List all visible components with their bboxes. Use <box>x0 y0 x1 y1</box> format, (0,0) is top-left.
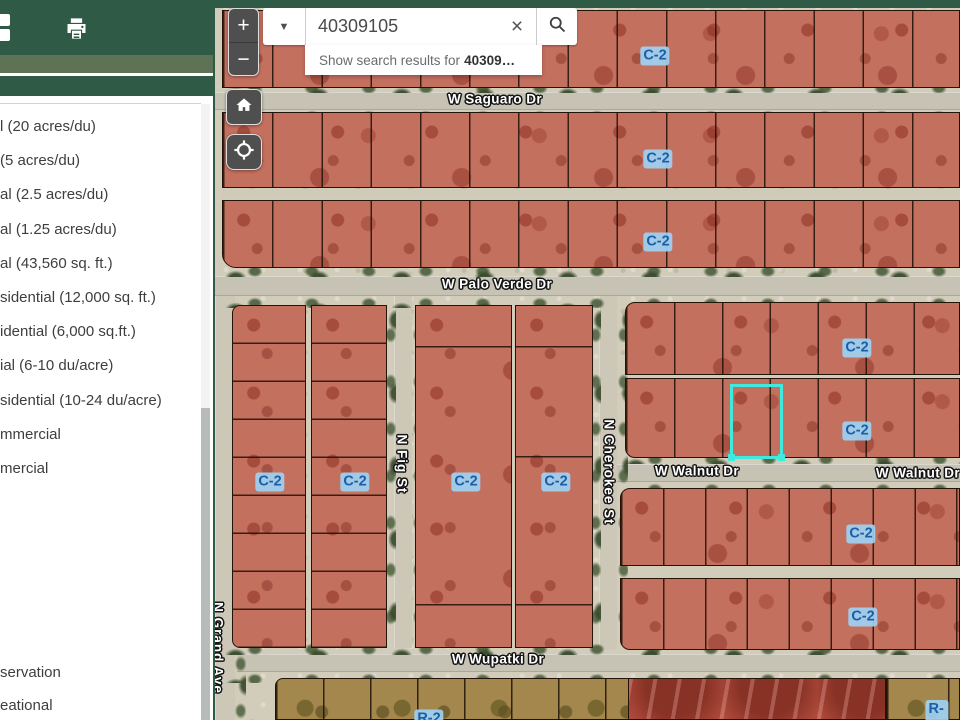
zone-label: C-2 <box>848 608 877 627</box>
street-label: N Cherokee St <box>602 419 617 524</box>
street-road <box>215 276 960 296</box>
parcel-block <box>625 378 960 458</box>
suggestion-text: Show search results for <box>319 53 460 68</box>
street-road <box>237 654 960 672</box>
legend-item: al (2.5 acres/du) <box>0 185 108 204</box>
legend-item: al (1.25 acres/du) <box>0 220 117 239</box>
parcel-block <box>625 302 960 375</box>
search-icon <box>547 14 567 39</box>
street-label: N Grand Ave <box>215 602 226 694</box>
parcel-block <box>222 112 960 188</box>
legend-item: eational <box>0 696 53 715</box>
zone-label: C-2 <box>640 47 669 66</box>
sidebar-subheader-strip <box>0 55 213 73</box>
home-extent-button[interactable] <box>226 89 262 125</box>
legend-item: l (20 acres/du) <box>0 117 96 136</box>
parcel-block <box>275 678 630 720</box>
home-icon <box>234 95 254 120</box>
selected-parcel-highlight <box>730 384 783 459</box>
sidebar: l (20 acres/du) (5 acres/du) al (2.5 acr… <box>0 0 215 720</box>
street-road <box>215 92 960 110</box>
street-label: W Palo Verde Dr <box>442 277 552 292</box>
legend-item: idential (6,000 sq.ft.) <box>0 322 136 341</box>
street-road <box>222 189 960 199</box>
close-icon: × <box>511 15 523 39</box>
zone-label: C-2 <box>451 473 480 492</box>
locate-me-button[interactable] <box>226 134 262 170</box>
search-source-dropdown[interactable]: ▼ <box>263 8 306 45</box>
print-button[interactable] <box>62 15 91 47</box>
parcel-block <box>628 678 886 720</box>
search-submit-button[interactable] <box>537 8 577 45</box>
printer-icon <box>62 29 91 46</box>
zone-label: C-2 <box>541 473 570 492</box>
zone-label: C-2 <box>842 422 871 441</box>
zone-label: C-2 <box>643 233 672 252</box>
zone-label: C-2 <box>842 339 871 358</box>
apps-icon[interactable] <box>0 14 10 44</box>
zone-label: R-2 <box>414 710 443 720</box>
legend-item: ial (6-10 du/acre) <box>0 356 113 375</box>
parcel-block <box>620 578 960 650</box>
street-label: W Saguaro Dr <box>448 92 542 107</box>
legend-item: sidential (12,000 sq. ft.) <box>0 288 156 307</box>
suggestion-term: 40309… <box>464 53 515 68</box>
legend-item: sidential (10-24 du/acre) <box>0 391 162 410</box>
legend-item: al (43,560 sq. ft.) <box>0 254 113 273</box>
legend-item: servation <box>0 663 61 682</box>
divider <box>0 103 201 104</box>
parcel-block <box>222 200 960 268</box>
parcel-block <box>620 488 960 566</box>
legend-item: (5 acres/du) <box>0 151 80 170</box>
zone-label: C-2 <box>255 473 284 492</box>
zoom-control: + − <box>228 8 259 76</box>
street-label: W Wupatki Dr <box>452 652 544 667</box>
chevron-down-icon: ▼ <box>279 21 290 33</box>
search-suggestion[interactable]: Show search results for 40309… <box>305 45 542 75</box>
street-label: W Walnut Dr <box>655 464 739 479</box>
sidebar-header <box>0 0 213 55</box>
street-label: W Walnut Dr <box>876 466 960 481</box>
locate-icon <box>233 139 255 166</box>
zone-label: R-2 <box>926 700 949 720</box>
zone-label: C-2 <box>643 150 672 169</box>
search-input[interactable] <box>306 8 498 45</box>
sidebar-scrollbar-thumb[interactable] <box>201 408 210 720</box>
legend-header-bar <box>0 76 213 96</box>
zoom-in-button[interactable]: + <box>229 9 258 43</box>
parcel-block <box>886 678 960 720</box>
zone-label: C-2 <box>846 525 875 544</box>
zoom-out-button[interactable]: − <box>229 43 258 76</box>
map-canvas[interactable]: W Saguaro Dr W Palo Verde Dr W Walnut Dr… <box>215 0 960 720</box>
legend-item: mercial <box>0 459 48 478</box>
zone-label: C-2 <box>340 473 369 492</box>
search-box: ▼ × <box>263 8 577 45</box>
street-label: N Fig St <box>395 435 410 494</box>
clear-search-button[interactable]: × <box>498 8 537 45</box>
legend-item: mmercial <box>0 425 61 444</box>
